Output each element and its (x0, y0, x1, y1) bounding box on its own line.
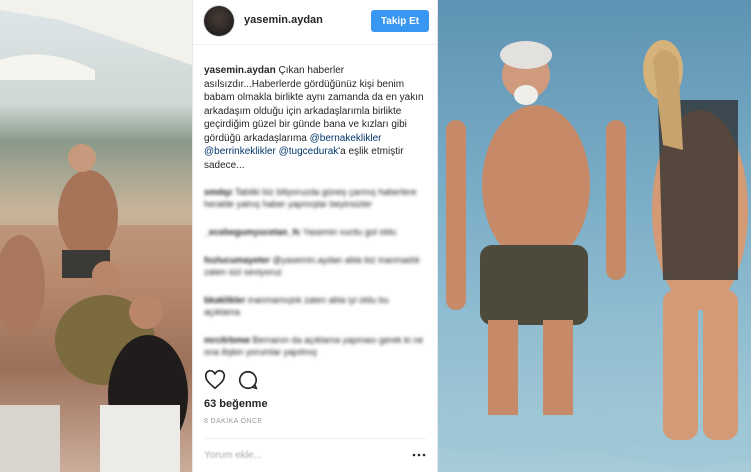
comment-list: smdqz Tabiiki biz biliyoruzda güneş çarm… (204, 186, 426, 374)
sea-photo (438, 40, 751, 465)
caption-username[interactable]: yasemin.aydan (204, 65, 276, 76)
comment-item: _ecebegumyucetan_fc Yasemin vurdu gol ol… (204, 226, 426, 238)
comment-input[interactable] (204, 446, 394, 464)
comment-text: Yasemin vurdu gol oldu (302, 227, 397, 237)
beach-group-photo (0, 0, 192, 472)
mention-link[interactable]: @bernakeklikler (310, 133, 382, 144)
instagram-post: yasemin.aydan Takip Et yasemin.aydan Çık… (192, 0, 438, 472)
username-link[interactable]: yasemin.aydan (244, 14, 323, 26)
comment-username[interactable]: bkaklikler (204, 295, 246, 305)
comment-item: smdqz Tabiiki biz biliyoruzda güneş çarm… (204, 186, 426, 210)
divider (204, 438, 426, 439)
comment-icon[interactable] (237, 369, 259, 391)
more-options-icon[interactable] (412, 450, 426, 460)
mention-link[interactable]: @berrinkeklikler (204, 146, 276, 157)
comment-item: fozlucumayeter @yasemin.aydan abla biz i… (204, 254, 426, 278)
right-photo (438, 0, 751, 472)
follow-button[interactable]: Takip Et (371, 10, 429, 32)
post-timestamp: 8 DAKİKA ÖNCE (204, 418, 263, 425)
post-actions (204, 369, 426, 391)
comment-text: Tabiiki biz biliyoruzda güneş çarmış hab… (204, 187, 417, 209)
likes-count[interactable]: 63 beğenme (204, 398, 268, 410)
heart-icon[interactable] (204, 369, 226, 391)
comment-item: bkaklikler inanmamıştık zaten abla iyi o… (204, 294, 426, 318)
post-header: yasemin.aydan Takip Et (193, 0, 437, 45)
comment-username[interactable]: mrcitrbmw (204, 335, 250, 345)
left-photo (0, 0, 192, 472)
comment-username[interactable]: smdqz (204, 187, 233, 197)
comment-username[interactable]: fozlucumayeter (204, 255, 270, 265)
post-caption: yasemin.aydan Çıkan haberler asılsızdır.… (204, 64, 426, 172)
mention-link[interactable]: @tugcedurak (279, 146, 339, 157)
comment-item: mrcitrbmw Bernanın da açıklama yapması g… (204, 334, 426, 358)
avatar[interactable] (204, 6, 234, 36)
comment-username[interactable]: _ecebegumyucetan_fc (204, 227, 301, 237)
